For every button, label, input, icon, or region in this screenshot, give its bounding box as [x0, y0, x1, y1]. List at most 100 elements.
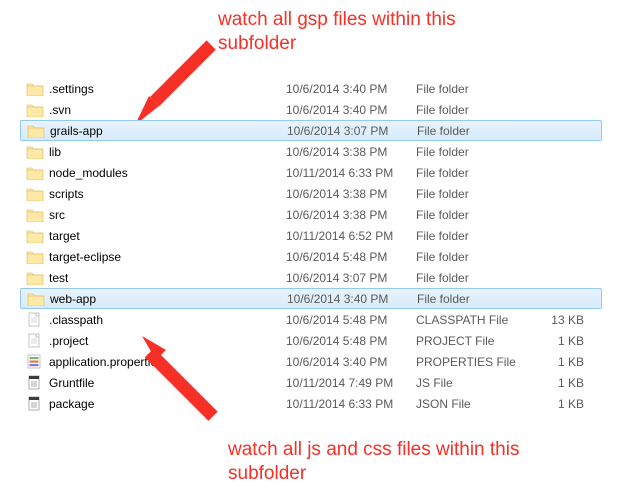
file-list[interactable]: .settings10/6/2014 3:40 PMFile folder.sv…: [20, 78, 602, 414]
js-icon: [26, 396, 44, 411]
col-type: File folder: [416, 271, 534, 285]
file-name[interactable]: Gruntfile: [49, 376, 94, 390]
col-type: File folder: [416, 229, 534, 243]
col-type: File folder: [416, 166, 534, 180]
col-date: 10/6/2014 3:40 PM: [287, 292, 417, 306]
col-date: 10/6/2014 3:07 PM: [286, 271, 416, 285]
file-name[interactable]: node_modules: [49, 166, 128, 180]
col-name[interactable]: .classpath: [26, 312, 286, 327]
annotation-top: watch all gsp files within this subfolde…: [218, 8, 518, 56]
prop-icon: [26, 354, 44, 369]
file-row[interactable]: application.properties10/6/2014 3:40 PMP…: [20, 351, 602, 372]
col-date: 10/6/2014 3:40 PM: [286, 103, 416, 117]
file-row[interactable]: scripts 10/6/2014 3:38 PMFile folder: [20, 183, 602, 204]
file-name[interactable]: scripts: [49, 187, 84, 201]
file-row[interactable]: .classpath 10/6/2014 5:48 PMCLASSPATH Fil…: [20, 309, 602, 330]
file-name[interactable]: .project: [49, 334, 88, 348]
file-name[interactable]: target: [49, 229, 80, 243]
col-type: JS File: [416, 376, 534, 390]
col-date: 10/6/2014 3:38 PM: [286, 187, 416, 201]
col-date: 10/6/2014 5:48 PM: [286, 313, 416, 327]
file-name[interactable]: src: [49, 208, 65, 222]
col-type: CLASSPATH File: [416, 313, 534, 327]
folder-icon: [26, 207, 44, 222]
file-row[interactable]: test 10/6/2014 3:07 PMFile folder: [20, 267, 602, 288]
col-size: 1 KB: [534, 355, 588, 369]
col-date: 10/6/2014 3:38 PM: [286, 145, 416, 159]
col-type: File folder: [417, 124, 535, 138]
file-name[interactable]: .classpath: [49, 313, 103, 327]
file-icon: [26, 333, 44, 348]
file-name[interactable]: target-eclipse: [49, 250, 121, 264]
col-date: 10/11/2014 6:33 PM: [286, 397, 416, 411]
col-size: 1 KB: [534, 334, 588, 348]
col-date: 10/6/2014 3:07 PM: [287, 124, 417, 138]
file-row[interactable]: lib 10/6/2014 3:38 PMFile folder: [20, 141, 602, 162]
folder-icon: [26, 102, 44, 117]
col-name[interactable]: .settings: [26, 81, 286, 96]
folder-icon: [27, 291, 45, 306]
col-type: File folder: [416, 103, 534, 117]
folder-icon: [26, 228, 44, 243]
col-type: File folder: [417, 292, 535, 306]
col-type: PROPERTIES File: [416, 355, 534, 369]
col-type: File folder: [416, 187, 534, 201]
folder-icon: [26, 249, 44, 264]
file-icon: [26, 312, 44, 327]
col-name[interactable]: grails-app: [27, 123, 287, 138]
col-name[interactable]: node_modules: [26, 165, 286, 180]
file-row[interactable]: grails-app 10/6/2014 3:07 PMFile folder: [20, 120, 602, 141]
file-name[interactable]: lib: [49, 145, 61, 159]
folder-icon: [26, 144, 44, 159]
col-type: File folder: [416, 82, 534, 96]
col-size: 1 KB: [534, 376, 588, 390]
col-name[interactable]: .svn: [26, 102, 286, 117]
col-date: 10/6/2014 3:40 PM: [286, 82, 416, 96]
js-icon: [26, 375, 44, 390]
col-size: 13 KB: [534, 313, 588, 327]
file-name[interactable]: grails-app: [50, 124, 103, 138]
col-name[interactable]: web-app: [27, 291, 287, 306]
col-date: 10/6/2014 5:48 PM: [286, 334, 416, 348]
file-row[interactable]: web-app 10/6/2014 3:40 PMFile folder: [20, 288, 602, 309]
col-name[interactable]: target: [26, 228, 286, 243]
col-date: 10/6/2014 3:40 PM: [286, 355, 416, 369]
file-row[interactable]: package 10/11/2014 6:33 PMJSON File1 KB: [20, 393, 602, 414]
col-name[interactable]: src: [26, 207, 286, 222]
file-row[interactable]: Gruntfile 10/11/2014 7:49 PMJS File1 KB: [20, 372, 602, 393]
folder-icon: [27, 123, 45, 138]
file-name[interactable]: .svn: [49, 103, 71, 117]
col-date: 10/11/2014 6:52 PM: [286, 229, 416, 243]
file-row[interactable]: target 10/11/2014 6:52 PMFile folder: [20, 225, 602, 246]
col-date: 10/6/2014 3:38 PM: [286, 208, 416, 222]
col-type: PROJECT File: [416, 334, 534, 348]
col-type: File folder: [416, 208, 534, 222]
file-row[interactable]: src 10/6/2014 3:38 PMFile folder: [20, 204, 602, 225]
file-row[interactable]: .svn 10/6/2014 3:40 PMFile folder: [20, 99, 602, 120]
col-name[interactable]: test: [26, 270, 286, 285]
col-name[interactable]: target-eclipse: [26, 249, 286, 264]
file-name[interactable]: web-app: [50, 292, 96, 306]
file-name[interactable]: package: [49, 397, 94, 411]
col-date: 10/11/2014 6:33 PM: [286, 166, 416, 180]
file-name[interactable]: test: [49, 271, 68, 285]
col-type: JSON File: [416, 397, 534, 411]
col-name[interactable]: lib: [26, 144, 286, 159]
col-type: File folder: [416, 145, 534, 159]
col-date: 10/11/2014 7:49 PM: [286, 376, 416, 390]
file-row[interactable]: .project 10/6/2014 5:48 PMPROJECT File1 K…: [20, 330, 602, 351]
col-size: 1 KB: [534, 397, 588, 411]
file-name[interactable]: .settings: [49, 82, 94, 96]
arrow-bottom: [142, 336, 232, 431]
col-name[interactable]: scripts: [26, 186, 286, 201]
folder-icon: [26, 186, 44, 201]
folder-icon: [26, 81, 44, 96]
folder-icon: [26, 270, 44, 285]
file-row[interactable]: .settings 10/6/2014 3:40 PMFile folder: [20, 78, 602, 99]
col-date: 10/6/2014 5:48 PM: [286, 250, 416, 264]
annotation-bottom: watch all js and css files within this s…: [228, 438, 548, 486]
folder-icon: [26, 165, 44, 180]
file-row[interactable]: target-eclipse 10/6/2014 5:48 PMFile fold…: [20, 246, 602, 267]
col-type: File folder: [416, 250, 534, 264]
file-row[interactable]: node_modules 10/11/2014 6:33 PMFile folde…: [20, 162, 602, 183]
